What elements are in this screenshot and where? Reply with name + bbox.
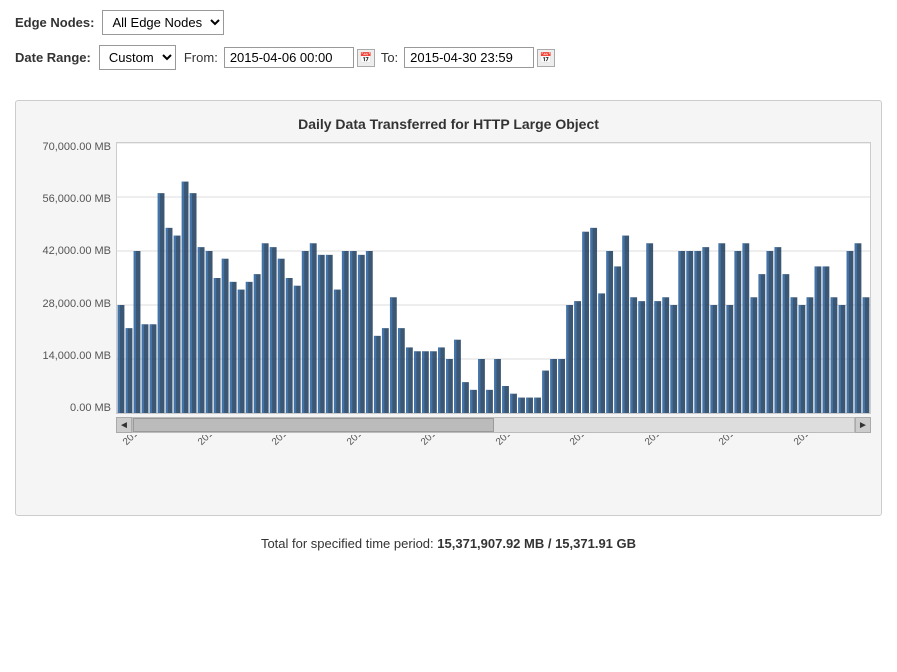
edge-nodes-row: Edge Nodes: All Edge Nodes xyxy=(15,10,882,35)
y-axis-label: 28,000.00 MB xyxy=(26,299,111,310)
from-calendar-icon[interactable]: 📅 xyxy=(357,49,375,67)
date-range-select[interactable]: Custom xyxy=(99,45,176,70)
edge-nodes-label: Edge Nodes: xyxy=(15,15,94,30)
edge-nodes-select[interactable]: All Edge Nodes xyxy=(102,10,224,35)
x-axis-label: 2015-04-06 xyxy=(121,435,196,451)
scrollbar-thumb[interactable] xyxy=(133,418,494,432)
chart-inner xyxy=(116,142,871,414)
scrollbar-track[interactable] xyxy=(132,417,855,433)
controls-panel: Edge Nodes: All Edge Nodes Date Range: C… xyxy=(0,0,897,90)
date-range-label: Date Range: xyxy=(15,50,91,65)
to-calendar-icon[interactable]: 📅 xyxy=(537,49,555,67)
date-range-row: Date Range: Custom From: 📅 To: 📅 xyxy=(15,45,882,70)
to-label: To: xyxy=(381,50,398,65)
y-axis-label: 70,000.00 MB xyxy=(26,142,111,153)
from-date-input[interactable] xyxy=(224,47,354,68)
chart-area: 0.00 MB 14,000.00 MB 28,000.00 MB 42,000.00… xyxy=(26,142,871,414)
scroll-right-button[interactable]: ► xyxy=(855,417,871,433)
x-axis-label: 2015-04-10 xyxy=(419,435,494,451)
chart-svg xyxy=(117,143,870,413)
chart-title: Daily Data Transferred for HTTP Large Ob… xyxy=(26,116,871,132)
y-axis-label: 42,000.00 MB xyxy=(26,246,111,257)
scrollbar-area: ◄ ► xyxy=(116,417,871,433)
y-axis: 0.00 MB 14,000.00 MB 28,000.00 MB 42,000.00… xyxy=(26,142,116,414)
total-value: 15,371,907.92 MB / 15,371.91 GB xyxy=(437,536,636,551)
scroll-left-button[interactable]: ◄ xyxy=(116,417,132,433)
y-axis-label: 56,000.00 MB xyxy=(26,194,111,205)
y-axis-label: 0.00 MB xyxy=(26,403,111,414)
x-axis-label: 2015-04-15 xyxy=(792,435,867,451)
y-axis-label: 14,000.00 MB xyxy=(26,351,111,362)
x-axis-label: 2015-04-09 xyxy=(345,435,420,451)
x-axis-label: 2015-04-13 xyxy=(643,435,718,451)
total-row: Total for specified time period: 15,371,… xyxy=(0,526,897,561)
total-label: Total for specified time period: xyxy=(261,536,434,551)
chart-container: Daily Data Transferred for HTTP Large Ob… xyxy=(15,100,882,516)
x-labels-container: 2015-04-062015-04-072015-04-082015-04-09… xyxy=(116,435,871,505)
x-axis: 2015-04-062015-04-072015-04-082015-04-09… xyxy=(116,435,871,505)
x-axis-label: 2015-04-07 xyxy=(196,435,271,451)
from-label: From: xyxy=(184,50,218,65)
x-axis-label: 2015-04-11 xyxy=(494,435,569,451)
to-date-input[interactable] xyxy=(404,47,534,68)
x-axis-label: 2015-04-08 xyxy=(270,435,345,451)
x-axis-label: 2015-04-14 xyxy=(717,435,792,451)
x-axis-label: 2015-04-12 xyxy=(568,435,643,451)
